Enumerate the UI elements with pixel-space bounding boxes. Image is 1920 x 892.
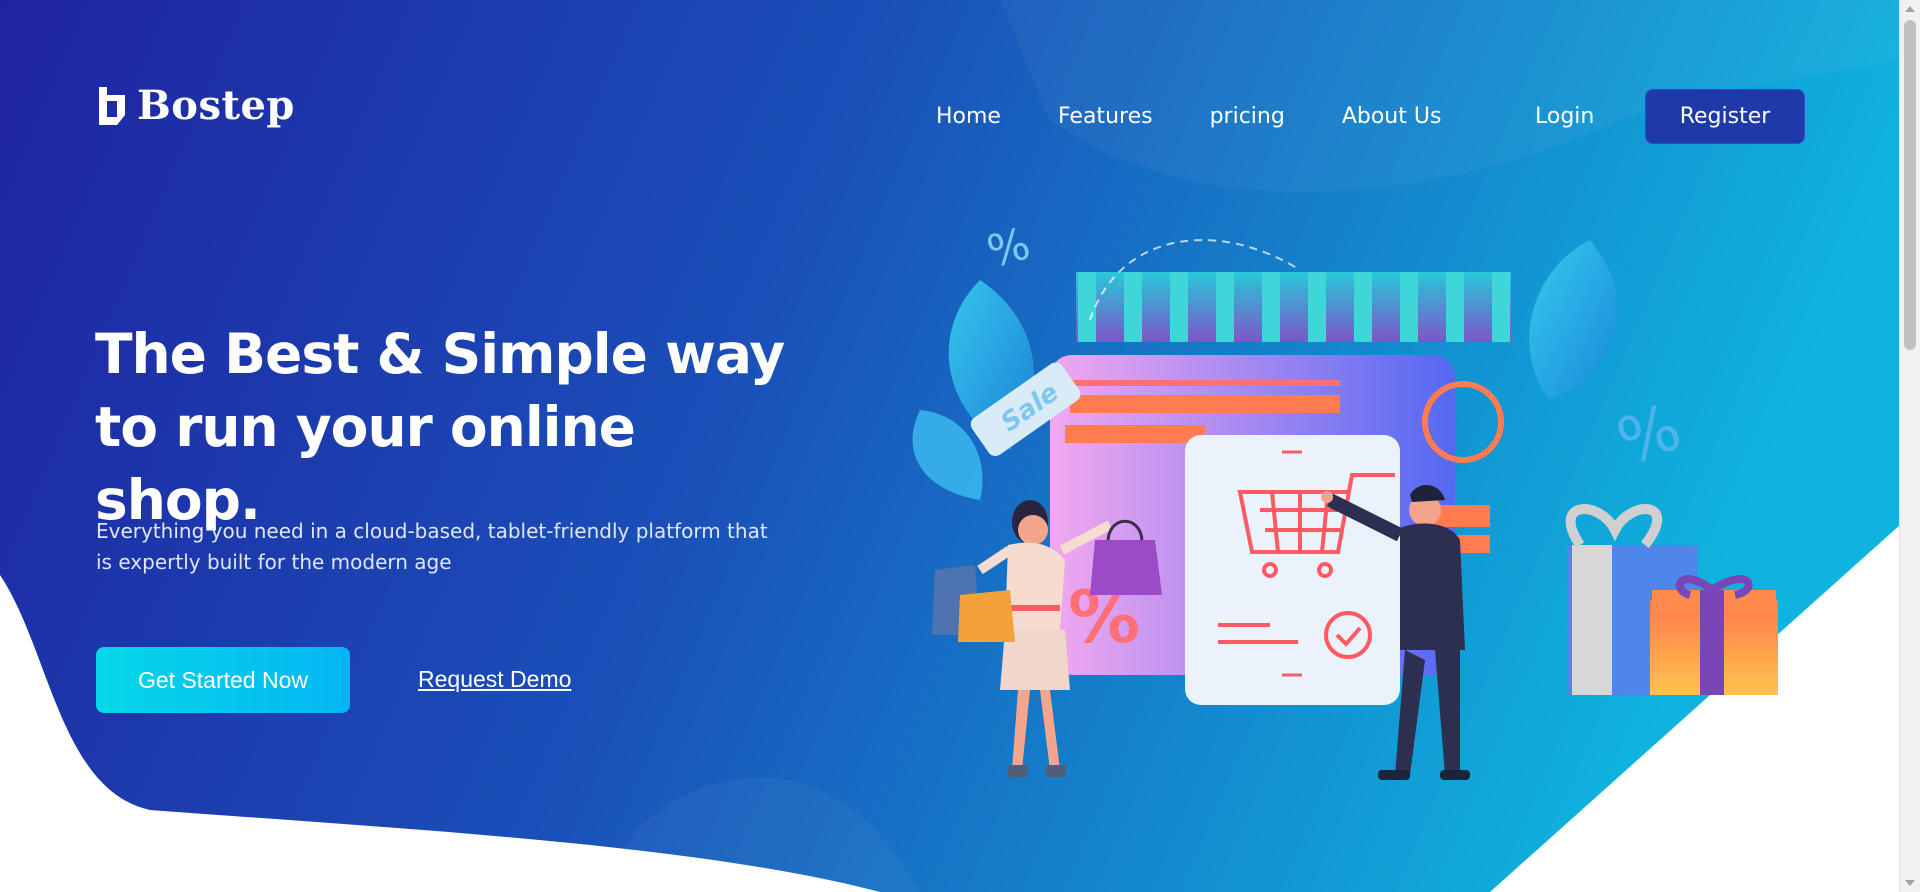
scrollbar-thumb[interactable] xyxy=(1904,20,1916,350)
hero-headline: The Best & Simple way to run your online… xyxy=(95,322,785,532)
nav-home[interactable]: Home xyxy=(936,104,1001,129)
scrollbar[interactable] xyxy=(1899,0,1920,892)
percent-decoration-right: % xyxy=(1608,390,1690,480)
percent-decoration-top: % xyxy=(982,218,1036,278)
nav-about-us[interactable]: About Us xyxy=(1342,104,1442,129)
scroll-down-arrow[interactable] xyxy=(1905,880,1915,886)
hero-subtext: Everything you need in a cloud-based, ta… xyxy=(96,519,768,574)
main-nav: Home Features pricing About Us xyxy=(936,104,1498,129)
shopping-bag-purple xyxy=(1090,540,1162,595)
register-button[interactable]: Register xyxy=(1645,89,1805,144)
nav-features[interactable]: Features xyxy=(1058,104,1153,129)
get-started-button[interactable]: Get Started Now xyxy=(96,647,350,713)
scroll-up-arrow[interactable] xyxy=(1905,6,1915,12)
shop-illustration: % % Sale % xyxy=(912,218,1778,780)
nav-pricing[interactable]: pricing xyxy=(1210,104,1285,129)
brand-name: Bostep xyxy=(137,82,295,129)
shopping-bag-orange xyxy=(958,590,1015,642)
right-leaf xyxy=(1529,240,1618,400)
request-demo-link[interactable]: Request Demo xyxy=(418,666,571,693)
login-link[interactable]: Login xyxy=(1535,104,1594,129)
logo-mark-icon xyxy=(99,86,125,125)
brand-logo[interactable]: Bostep xyxy=(95,82,295,129)
